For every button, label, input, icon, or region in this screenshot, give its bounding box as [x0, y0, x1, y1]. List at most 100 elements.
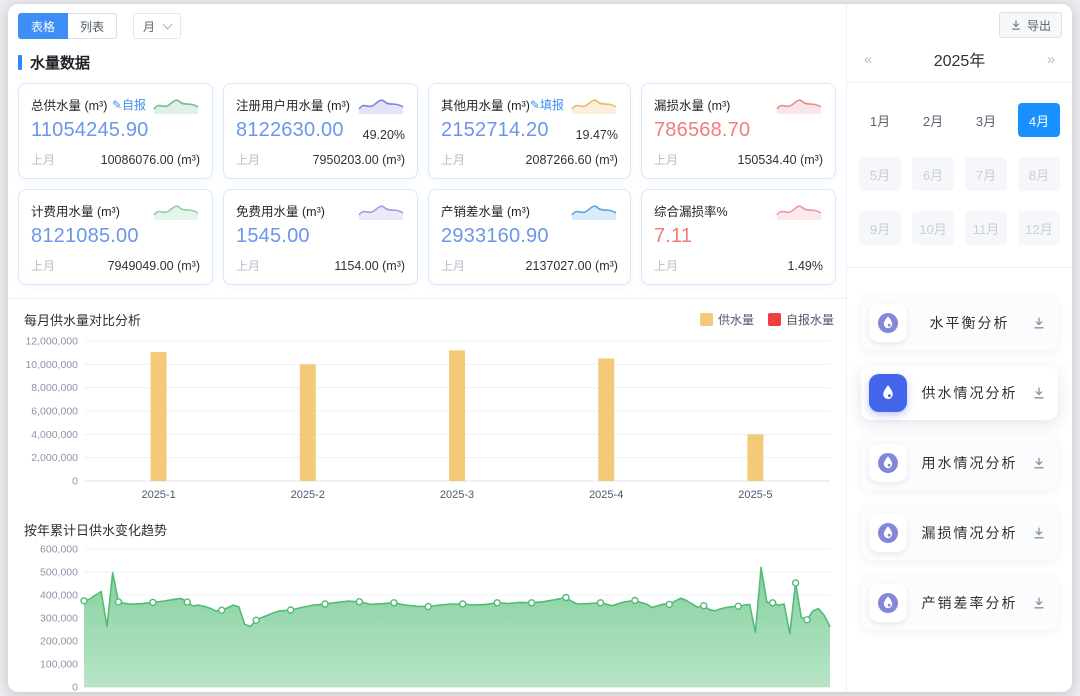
- prev-year-button[interactable]: «: [859, 51, 877, 68]
- sparkline-icon: [570, 93, 618, 115]
- section-title-row: 水量数据: [8, 39, 846, 76]
- calendar-month-cell[interactable]: 1月: [859, 103, 901, 137]
- chevron-down-icon: [163, 20, 173, 30]
- calendar-month-cell[interactable]: 2月: [912, 103, 954, 137]
- svg-text:100,000: 100,000: [40, 659, 78, 671]
- svg-text:6,000,000: 6,000,000: [31, 406, 78, 418]
- area-chart-header: 按年累计日供水变化趋势: [18, 518, 836, 541]
- water-drop-glyph: [876, 591, 900, 615]
- sparkline-icon: [152, 93, 200, 115]
- report-link[interactable]: ✎填报: [530, 96, 564, 113]
- stat-card-value: 786568.70: [654, 119, 750, 142]
- download-icon: [1010, 19, 1022, 31]
- calendar-month-cell[interactable]: 10月: [912, 211, 954, 245]
- bar-chart: 12,000,00010,000,0008,000,0006,000,0004,…: [18, 331, 839, 513]
- bar-series: 2025-12025-22025-32025-42025-5: [141, 350, 772, 501]
- analysis-button-label: 用水情况分析: [907, 453, 1032, 473]
- title-accent-bar: [18, 55, 22, 70]
- calendar-month-cell[interactable]: 5月: [859, 157, 901, 191]
- period-select[interactable]: 月: [133, 13, 181, 39]
- analysis-button-label: 漏损情况分析: [907, 523, 1032, 543]
- stat-card-value: 8121085.00: [31, 225, 139, 248]
- stat-card-percent: 49.20%: [363, 128, 405, 142]
- water-drop-glyph: [876, 521, 900, 545]
- download-icon: [1032, 596, 1046, 610]
- water-drop-glyph: [876, 311, 900, 335]
- svg-text:0: 0: [72, 682, 78, 693]
- svg-text:2025-1: 2025-1: [141, 489, 175, 501]
- tab-table[interactable]: 表格: [18, 13, 68, 39]
- calendar-month-cell[interactable]: 4月: [1018, 103, 1060, 137]
- prev-month-label: 上月: [236, 257, 260, 274]
- calendar-month-cell[interactable]: 3月: [965, 103, 1007, 137]
- stat-card: 计费用水量 (m³) 8121085.00 上月 7949049.00 (m³): [18, 189, 213, 285]
- stat-card: 漏损水量 (m³) 786568.70 上月 150534.40 (m³): [641, 83, 836, 179]
- prev-month-label: 上月: [654, 257, 678, 274]
- analysis-button[interactable]: 水平衡分析: [861, 296, 1058, 350]
- stat-card-title: 漏损水量 (m³): [654, 95, 730, 114]
- svg-text:12,000,000: 12,000,000: [25, 336, 78, 348]
- calendar-year: 2025年: [877, 47, 1042, 71]
- stat-card: 其他用水量 (m³) ✎填报 2152714.2019.47% 上月 20872…: [428, 83, 631, 179]
- legend-item[interactable]: 供水量: [700, 311, 754, 328]
- sparkline-icon: [775, 199, 823, 221]
- bar-chart-legend: 供水量自报水量: [700, 311, 834, 328]
- svg-text:0: 0: [72, 476, 78, 488]
- svg-text:4,000,000: 4,000,000: [31, 429, 78, 441]
- export-row: 导出: [847, 4, 1072, 44]
- water-drop-icon: [869, 304, 907, 342]
- water-drop-icon: [869, 444, 907, 482]
- toolbar: 表格 列表 月: [8, 4, 846, 39]
- calendar-month-cell[interactable]: 8月: [1018, 157, 1060, 191]
- water-drop-glyph: [877, 382, 899, 404]
- calendar-month-cell[interactable]: 9月: [859, 211, 901, 245]
- export-button[interactable]: 导出: [999, 12, 1062, 38]
- prev-month-label: 上月: [236, 151, 260, 168]
- calendar-month-cell[interactable]: 6月: [912, 157, 954, 191]
- water-drop-glyph: [876, 451, 900, 475]
- area-chart: 600,000500,000400,000300,000200,000100,0…: [18, 541, 839, 692]
- stat-card-title: 产销差水量 (m³): [441, 201, 530, 220]
- analysis-button[interactable]: 漏损情况分析: [861, 506, 1058, 560]
- stat-card-title: 总供水量 (m³): [31, 95, 107, 114]
- next-year-button[interactable]: »: [1042, 51, 1060, 68]
- calendar-month-cell[interactable]: 12月: [1018, 211, 1060, 245]
- calendar-month-cell[interactable]: 7月: [965, 157, 1007, 191]
- legend-label: 供水量: [718, 311, 754, 328]
- legend-swatch: [700, 313, 713, 326]
- area-chart-title: 按年累计日供水变化趋势: [24, 520, 167, 539]
- download-icon: [1032, 526, 1046, 540]
- stat-card-title: 其他用水量 (m³): [441, 95, 530, 114]
- legend-item[interactable]: 自报水量: [768, 311, 834, 328]
- analysis-button[interactable]: 供水情况分析: [861, 366, 1058, 420]
- download-icon: [1032, 386, 1046, 400]
- view-tab-group: 表格 列表: [18, 13, 117, 39]
- analysis-button-list: 水平衡分析 供水情况分析 用水情况分析 漏损情况分析 产销差率分析: [847, 268, 1072, 630]
- calendar-month-cell[interactable]: 11月: [965, 211, 1007, 245]
- bar-grid: 12,000,00010,000,0008,000,0006,000,0004,…: [25, 336, 830, 488]
- period-select-value: 月: [143, 18, 155, 35]
- download-icon: [1032, 456, 1046, 470]
- analysis-button[interactable]: 用水情况分析: [861, 436, 1058, 490]
- prev-month-value: 7950203.00 (m³): [313, 153, 405, 167]
- analysis-button[interactable]: 产销差率分析: [861, 576, 1058, 630]
- prev-month-value: 2087266.60 (m³): [526, 153, 618, 167]
- stat-card-title: 综合漏损率%: [654, 201, 728, 220]
- svg-text:300,000: 300,000: [40, 613, 78, 625]
- svg-text:2025-4: 2025-4: [589, 489, 623, 501]
- svg-text:200,000: 200,000: [40, 636, 78, 648]
- water-drop-icon: [869, 514, 907, 552]
- charts-area: 每月供水量对比分析 供水量自报水量 12,000,00010,000,0008,…: [8, 299, 846, 692]
- page-title: 水量数据: [30, 52, 90, 73]
- stat-cards: 总供水量 (m³) ✎自报 11054245.90 上月 10086076.00…: [8, 76, 846, 298]
- tab-list[interactable]: 列表: [68, 13, 117, 39]
- svg-text:2025-2: 2025-2: [291, 489, 325, 501]
- stat-card-title: 免费用水量 (m³): [236, 201, 325, 220]
- svg-text:400,000: 400,000: [40, 590, 78, 602]
- report-link[interactable]: ✎自报: [112, 96, 146, 113]
- stat-card-value: 8122630.00: [236, 119, 344, 142]
- water-drop-icon: [869, 584, 907, 622]
- svg-text:10,000,000: 10,000,000: [25, 359, 78, 371]
- prev-month-label: 上月: [31, 257, 55, 274]
- prev-month-value: 2137027.00 (m³): [526, 259, 618, 273]
